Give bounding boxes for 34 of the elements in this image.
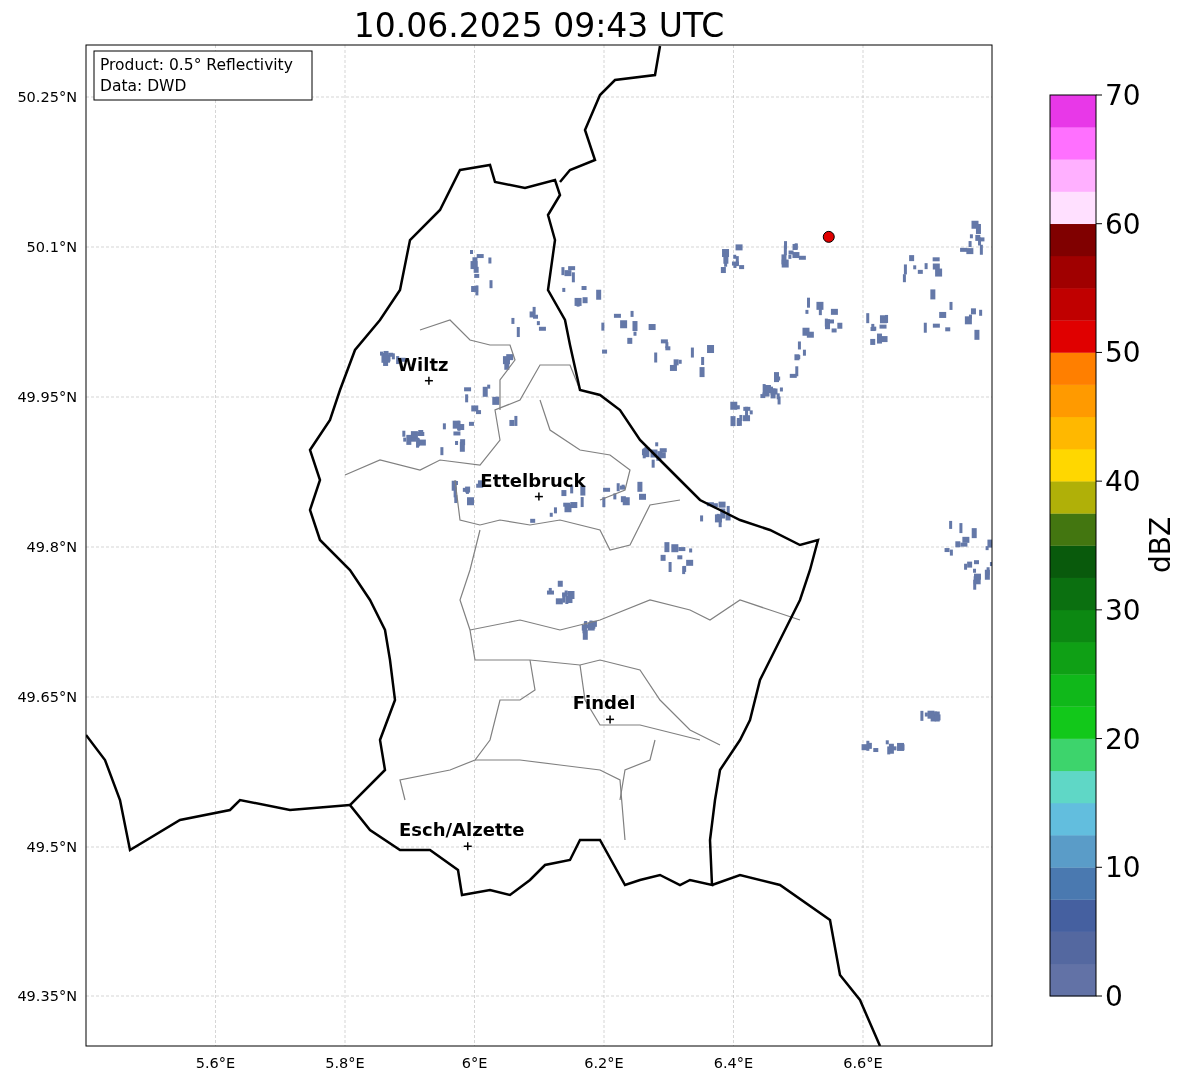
latitude-label: 49.35°N — [17, 988, 77, 1004]
latitude-label: 49.65°N — [17, 689, 77, 705]
city-marker-icon — [605, 714, 615, 725]
city-label: Ettelbruck — [480, 469, 586, 491]
city-label: Findel — [572, 692, 636, 714]
colorbar-tick-label: 0 — [1105, 980, 1123, 1013]
longitude-label: 6.6°E — [843, 1055, 883, 1071]
plot-title: 10.06.2025 09:43 UTC — [353, 6, 725, 45]
longitude-label: 5.8°E — [325, 1055, 365, 1071]
colorbar-tick-label: 30 — [1105, 593, 1141, 627]
city-label: Esch/Alzette — [399, 819, 525, 841]
latitude-label: 49.5°N — [26, 839, 77, 855]
longitude-label: 6.4°E — [713, 1055, 754, 1071]
colorbar-tick-label: 40 — [1105, 465, 1141, 499]
colorbar-label: dBZ — [1144, 516, 1177, 574]
city-marker-icon — [463, 841, 473, 851]
colorbar-tick-label: 10 — [1105, 851, 1141, 885]
latitude-label: 49.95°N — [17, 389, 77, 405]
station-marker-icon — [822, 230, 835, 243]
latitude-label: 50.25°N — [17, 89, 77, 105]
colorbar-tick-label: 20 — [1105, 722, 1141, 756]
colorbar-tick-label: 70 — [1105, 79, 1141, 112]
longitude-label: 5.6°E — [195, 1055, 236, 1071]
info-text: Product: 0.5° Reflectivity — [100, 56, 293, 74]
longitude-label: 6°E — [461, 1055, 488, 1071]
city-marker-icon — [534, 491, 544, 502]
city-marker-icon — [424, 375, 434, 386]
info-text: Data: DWD — [100, 77, 187, 95]
colorbar-tick-label: 50 — [1105, 336, 1141, 370]
longitude-label: 6.2°E — [584, 1055, 624, 1071]
colorbar-tick-label: 60 — [1105, 207, 1141, 241]
city-label: Wiltz — [397, 353, 449, 375]
latitude-label: 49.8°N — [26, 539, 77, 555]
latitude-label: 50.1°N — [26, 239, 77, 255]
